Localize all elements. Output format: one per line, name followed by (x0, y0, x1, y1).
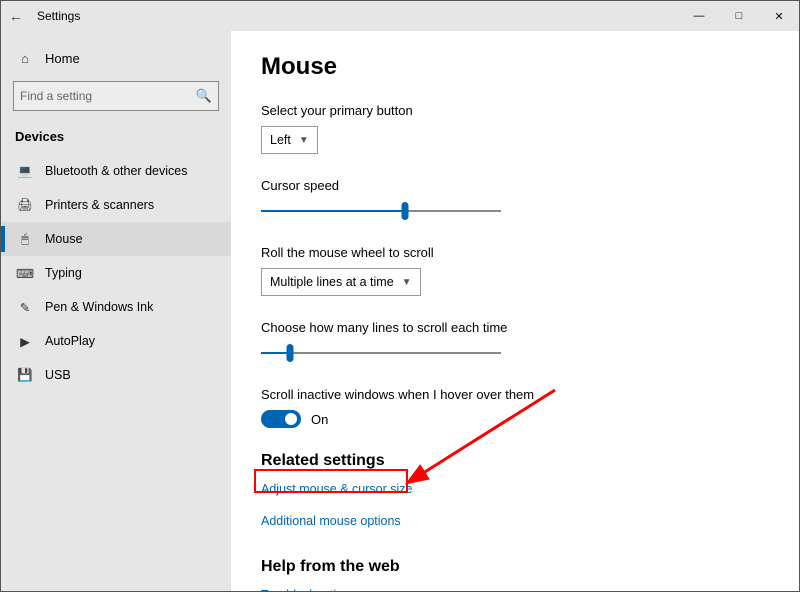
home-nav[interactable]: ⌂ Home (1, 41, 231, 75)
home-label: Home (45, 51, 80, 66)
inactive-toggle[interactable] (261, 410, 301, 428)
toggle-state: On (311, 412, 328, 427)
nav-label: AutoPlay (45, 334, 95, 348)
mouse-icon: 🖱 (15, 232, 35, 247)
search-icon: 🔍 (196, 88, 212, 104)
nav-label: Printers & scanners (45, 198, 154, 212)
nav-label: USB (45, 368, 71, 382)
back-button[interactable]: ← (1, 8, 31, 24)
scroll-mode-label: Roll the mouse wheel to scroll (261, 245, 769, 260)
link-adjust-cursor-size[interactable]: Adjust mouse & cursor size (261, 482, 412, 496)
related-heading: Related settings (261, 452, 769, 470)
titlebar: ← Settings ― □ ✕ (1, 1, 799, 31)
primary-button-dropdown[interactable]: Left ▼ (261, 126, 318, 154)
page-title: Mouse (261, 53, 769, 81)
lines-slider[interactable] (261, 343, 501, 363)
chevron-down-icon: ▼ (299, 135, 309, 146)
nav-label: Bluetooth & other devices (45, 164, 187, 178)
nav-usb[interactable]: 💾 USB (1, 358, 231, 392)
usb-icon: 💾 (15, 368, 35, 383)
minimize-button[interactable]: ― (679, 1, 719, 31)
nav-printers[interactable]: 🖨 Printers & scanners (1, 188, 231, 222)
nav-pen[interactable]: ✎ Pen & Windows Ink (1, 290, 231, 324)
nav-label: Typing (45, 266, 82, 280)
cursor-speed-slider[interactable] (261, 201, 501, 221)
scroll-mode-block: Roll the mouse wheel to scroll Multiple … (261, 245, 769, 296)
nav-mouse[interactable]: 🖱 Mouse (1, 222, 231, 256)
search-box[interactable]: 🔍 (13, 81, 219, 111)
scroll-mode-dropdown[interactable]: Multiple lines at a time ▼ (261, 268, 421, 296)
dropdown-value: Left (270, 133, 291, 147)
window-title: Settings (31, 9, 80, 23)
chevron-down-icon: ▼ (402, 277, 412, 288)
inactive-block: Scroll inactive windows when I hover ove… (261, 387, 769, 428)
dropdown-value: Multiple lines at a time (270, 275, 394, 289)
bluetooth-icon: 💻 (15, 164, 35, 179)
nav-typing[interactable]: ⌨ Typing (1, 256, 231, 290)
maximize-button[interactable]: □ (719, 1, 759, 31)
nav-bluetooth[interactable]: 💻 Bluetooth & other devices (1, 154, 231, 188)
nav-label: Mouse (45, 232, 83, 246)
lines-block: Choose how many lines to scroll each tim… (261, 320, 769, 363)
content-area: ⌂ Home 🔍 Devices 💻 Bluetooth & other dev… (1, 31, 799, 591)
pen-icon: ✎ (15, 300, 35, 315)
settings-window: ← Settings ― □ ✕ ⌂ Home 🔍 Devices 💻 Blue… (0, 0, 800, 592)
primary-button-label: Select your primary button (261, 103, 769, 118)
sidebar: ⌂ Home 🔍 Devices 💻 Bluetooth & other dev… (1, 31, 231, 591)
lines-label: Choose how many lines to scroll each tim… (261, 320, 769, 335)
close-button[interactable]: ✕ (759, 1, 799, 31)
autoplay-icon: ▶ (15, 334, 35, 349)
printer-icon: 🖨 (15, 198, 35, 213)
home-icon: ⌂ (15, 51, 35, 66)
section-heading: Devices (1, 121, 231, 154)
nav-label: Pen & Windows Ink (45, 300, 153, 314)
link-additional-mouse-options[interactable]: Additional mouse options (261, 514, 401, 528)
search-input[interactable] (20, 89, 196, 103)
cursor-speed-label: Cursor speed (261, 178, 769, 193)
cursor-speed-block: Cursor speed (261, 178, 769, 221)
link-troubleshoot-mouse[interactable]: Troubleshooting my mouse (261, 588, 411, 591)
inactive-label: Scroll inactive windows when I hover ove… (261, 387, 769, 402)
keyboard-icon: ⌨ (15, 266, 35, 281)
main-panel: Mouse Select your primary button Left ▼ … (231, 31, 799, 591)
primary-button-block: Select your primary button Left ▼ (261, 103, 769, 154)
nav-autoplay[interactable]: ▶ AutoPlay (1, 324, 231, 358)
help-heading: Help from the web (261, 558, 769, 576)
